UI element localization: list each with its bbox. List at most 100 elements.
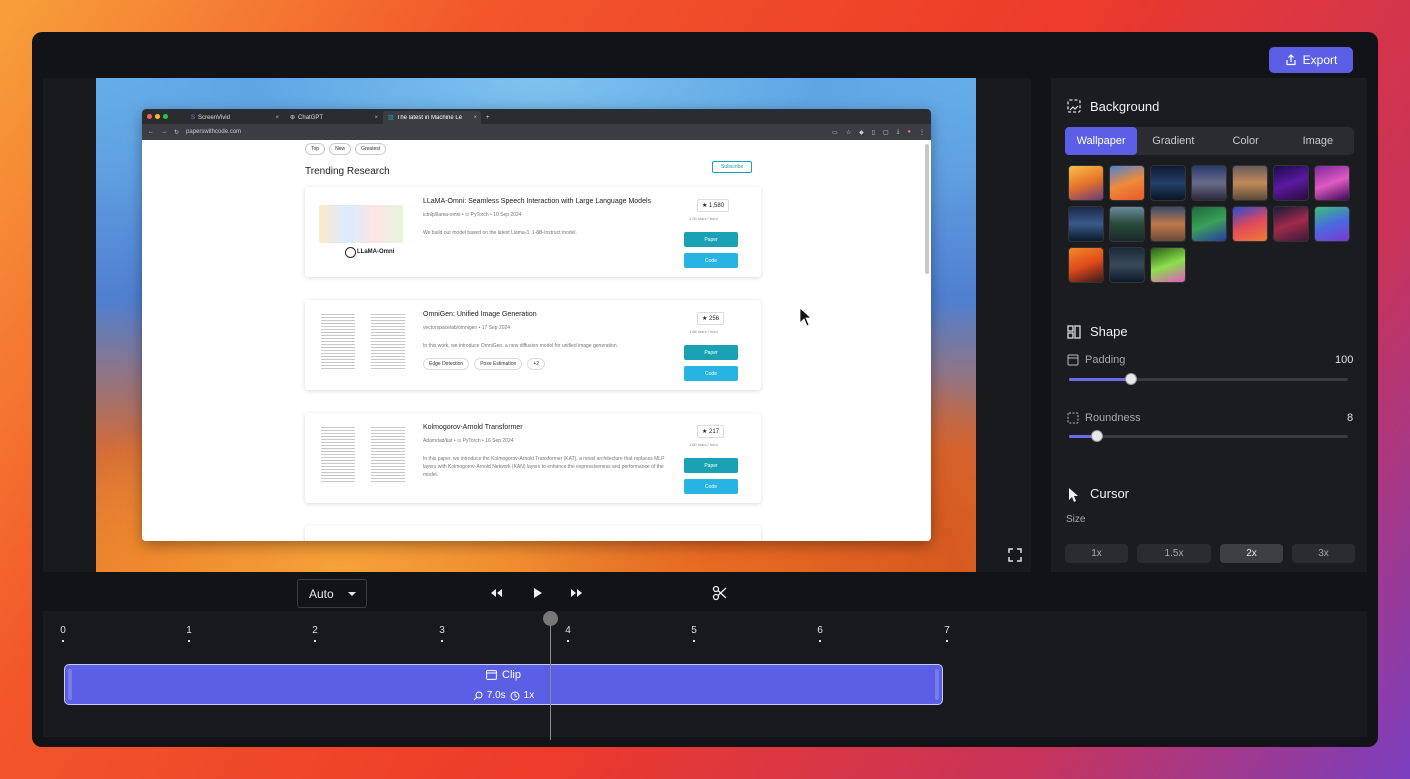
- cursor-size-label: Size: [1066, 514, 1086, 525]
- browser-tabbar: S ScreenVivid × ⊛ ChatGPT × ▥ The latest…: [142, 109, 931, 124]
- export-button[interactable]: Export: [1269, 47, 1353, 73]
- wallpaper-swatch[interactable]: [1314, 165, 1350, 201]
- star-rate: 1.60 stars / hour: [689, 442, 718, 447]
- padding-slider[interactable]: [1069, 373, 1348, 385]
- time-tick: 7: [944, 625, 950, 636]
- tick-mark: [314, 640, 316, 642]
- paper-button: Paper: [684, 345, 738, 360]
- padding-slider-handle[interactable]: [1125, 373, 1137, 385]
- size-1x[interactable]: 1x: [1065, 544, 1128, 563]
- clip-header: Clip: [65, 669, 942, 681]
- wallpaper-swatch[interactable]: [1232, 206, 1268, 242]
- speed-select[interactable]: Auto: [297, 579, 367, 608]
- wallpaper-swatch[interactable]: [1109, 165, 1145, 201]
- wallpaper-swatch[interactable]: [1150, 206, 1186, 242]
- paper-meta: vectorspacelab/omnigen • 17 Sep 2024: [423, 325, 511, 331]
- timeline[interactable]: 0 1 2 3 4 5 6 7 Clip 7.0s 1x: [43, 611, 1367, 737]
- maximize-dot: [163, 114, 168, 119]
- tag: Pose Estimation: [474, 358, 523, 370]
- size-2x[interactable]: 2x: [1220, 544, 1283, 563]
- subscribe-button: Subscribe: [712, 161, 753, 173]
- cursor-icon: [1069, 488, 1078, 502]
- extension-icon: ▯: [871, 129, 876, 136]
- paper-thumbnail: LLaMA-Omni: [315, 197, 410, 265]
- url-text: paperswithcode.com: [186, 129, 242, 135]
- paper-thumbnail: [315, 423, 410, 491]
- roundness-slider[interactable]: [1069, 430, 1348, 442]
- close-icon: ×: [275, 114, 279, 121]
- paper-card: Kolmogorov-Arnold Transformer Adamdad/ka…: [305, 413, 761, 503]
- padding-value: 100: [1335, 354, 1354, 366]
- filter-greatest: Greatest: [355, 143, 387, 155]
- fullscreen-icon[interactable]: [1008, 548, 1022, 562]
- wallpaper-swatch[interactable]: [1191, 206, 1227, 242]
- cursor-title: Cursor: [1090, 486, 1130, 501]
- screenvivid-icon: S: [191, 114, 196, 121]
- tick-mark: [693, 640, 695, 642]
- wallpaper-swatch[interactable]: [1232, 165, 1268, 201]
- filter-top: Top: [305, 143, 326, 155]
- roundness-icon: [1067, 412, 1079, 424]
- clip-icon: [486, 670, 497, 680]
- pwc-icon: ▥: [388, 115, 394, 121]
- paper-card: OmniGen: Unified Image Generation vector…: [305, 300, 761, 390]
- paper-desc: We build our model based on the latest L…: [423, 230, 577, 236]
- wallpaper-swatch[interactable]: [1068, 165, 1104, 201]
- forward-icon: →: [161, 129, 167, 135]
- menu-icon: ⋮: [919, 129, 925, 136]
- background-title: Background: [1090, 99, 1160, 114]
- wallpaper-swatch[interactable]: [1150, 165, 1186, 201]
- wallpaper-swatch[interactable]: [1273, 165, 1309, 201]
- play-icon[interactable]: [529, 585, 545, 601]
- background-type-tabs: Wallpaper Gradient Color Image: [1065, 127, 1354, 155]
- chevron-down-icon: [348, 592, 356, 596]
- fast-forward-icon[interactable]: [569, 585, 585, 601]
- wallpaper-swatch[interactable]: [1109, 206, 1145, 242]
- minimize-dot: [155, 114, 160, 119]
- padding-icon: [1067, 354, 1079, 366]
- tick-mark: [188, 640, 190, 642]
- size-1-5x[interactable]: 1.5x: [1137, 544, 1211, 563]
- time-tick: 4: [565, 625, 571, 636]
- wallpaper-swatch[interactable]: [1068, 206, 1104, 242]
- wallpaper-swatch[interactable]: [1273, 206, 1309, 242]
- chatgpt-icon: ⊛: [290, 115, 296, 121]
- time-tick: 5: [691, 625, 697, 636]
- tab-gradient[interactable]: Gradient: [1137, 127, 1209, 155]
- wallpaper-swatch[interactable]: [1191, 165, 1227, 201]
- reload-icon: ↻: [174, 129, 180, 136]
- app-window: Export S ScreenVivid × ⊛ ChatGPT × ▥ The…: [32, 32, 1378, 747]
- tab-wallpaper[interactable]: Wallpaper: [1065, 127, 1138, 155]
- clip-label: Clip: [502, 669, 521, 681]
- clock-icon: [510, 691, 520, 700]
- playhead-line: [550, 618, 551, 740]
- code-button: Code: [684, 366, 738, 381]
- time-tick: 2: [312, 625, 318, 636]
- rewind-icon[interactable]: [488, 585, 504, 601]
- paper-meta: Adamdad/kat • ⊙ PyTorch • 16 Sep 2024: [423, 438, 514, 444]
- video-clip[interactable]: Clip 7.0s 1x: [64, 664, 943, 705]
- new-tab-icon: +: [486, 114, 490, 121]
- wallpaper-background: S ScreenVivid × ⊛ ChatGPT × ▥ The latest…: [96, 78, 976, 572]
- scissors-icon[interactable]: [712, 585, 728, 601]
- time-tick: 6: [817, 625, 823, 636]
- wallpaper-swatch[interactable]: [1314, 206, 1350, 242]
- tab-image[interactable]: Image: [1282, 127, 1354, 155]
- padding-slider-fill: [1069, 378, 1131, 381]
- wallpaper-swatch[interactable]: [1109, 247, 1145, 283]
- paper-desc: In this paper, we introduce the Kolmogor…: [423, 456, 665, 478]
- wallpaper-swatch[interactable]: [1150, 247, 1186, 283]
- playhead-handle[interactable]: [543, 611, 558, 626]
- size-3x[interactable]: 3x: [1292, 544, 1355, 563]
- tab-color[interactable]: Color: [1210, 127, 1282, 155]
- roundness-slider-handle[interactable]: [1091, 430, 1103, 442]
- browser-addressbar: ← → ↻ paperswithcode.com ▭ ☆ ◆ ▯ ▢ ⤓ ● ⋮: [142, 124, 931, 140]
- paper-logo: LLaMA-Omni: [357, 249, 395, 255]
- wallpaper-swatch[interactable]: [1068, 247, 1104, 283]
- padding-label: Padding: [1085, 354, 1126, 366]
- tick-mark: [567, 640, 569, 642]
- paper-title: OmniGen: Unified Image Generation: [423, 311, 537, 318]
- tick-mark: [946, 640, 948, 642]
- browser-tab: ⊛ ChatGPT ×: [290, 114, 378, 122]
- zoom-icon: [473, 691, 483, 700]
